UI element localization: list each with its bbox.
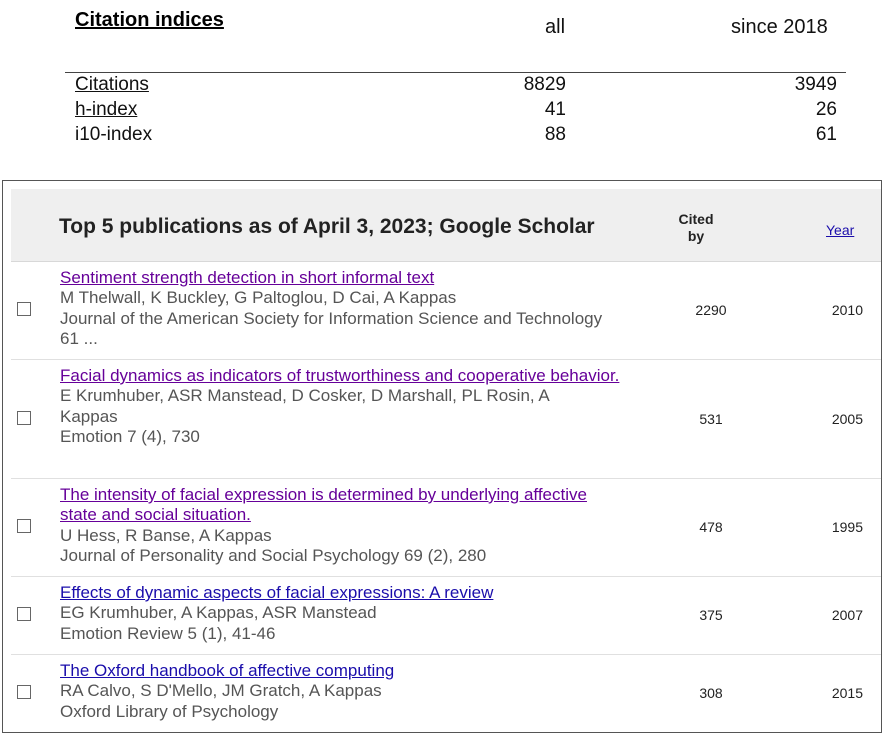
cited-by-header-line1: Cited [678,211,714,227]
h-index-row: h-index 41 26 [75,99,837,124]
publication-title-link[interactable]: Effects of dynamic aspects of facial exp… [60,583,620,603]
divider [65,72,846,73]
h-index-link[interactable]: h-index [75,99,137,121]
i10-index-label: i10-index [75,124,153,145]
publication-venue: Emotion Review 5 (1), 41-46 [60,623,276,643]
publication-info: The intensity of facial expression is de… [60,485,620,567]
publication-authors: EG Krumhuber, A Kappas, ASR Manstead [60,603,377,623]
publication-venue: Oxford Library of Psychology [60,701,279,721]
publication-year: 2015 [831,685,863,701]
publication-title-link[interactable]: The Oxford handbook of affective computi… [60,661,620,681]
publication-year: 1995 [831,519,863,535]
row-checkbox[interactable] [17,519,31,533]
table-row: The Oxford handbook of affective computi… [11,655,881,732]
column-header-all: all [545,16,566,38]
cited-by-count[interactable]: 478 [681,519,741,535]
publication-authors: M Thelwall, K Buckley, G Paltoglou, D Ca… [60,288,457,308]
citations-row: Citations 8829 3949 [75,74,837,99]
publications-table: Top 5 publications as of April 3, 2023; … [2,180,882,733]
cited-by-header[interactable]: Cited by [671,211,721,245]
publication-authors: E Krumhuber, ASR Manstead, D Cosker, D M… [60,386,549,426]
publication-year: 2010 [831,302,863,318]
h-index-since-value: 26 [815,99,837,120]
publication-info: The Oxford handbook of affective computi… [60,661,620,722]
cited-by-header-line2: by [687,228,705,244]
cited-by-count[interactable]: 375 [681,607,741,623]
cited-by-count[interactable]: 2290 [681,302,741,318]
publication-authors: RA Calvo, S D'Mello, JM Gratch, A Kappas [60,681,382,701]
publication-title-link[interactable]: Facial dynamics as indicators of trustwo… [60,366,620,386]
i10-index-all-value: 88 [544,124,566,145]
row-checkbox[interactable] [17,411,31,425]
publication-venue: Emotion 7 (4), 730 [60,427,200,447]
table-row: Facial dynamics as indicators of trustwo… [11,360,881,479]
table-row: The intensity of facial expression is de… [11,479,881,577]
citations-link[interactable]: Citations [75,74,149,96]
publications-header-title: Top 5 publications as of April 3, 2023; … [59,215,595,238]
i10-index-since-value: 61 [815,124,837,145]
publication-info: Effects of dynamic aspects of facial exp… [60,583,620,644]
publication-info: Facial dynamics as indicators of trustwo… [60,366,620,448]
citation-indices-title: Citation indices [75,9,224,31]
row-checkbox[interactable] [17,607,31,621]
h-index-all-value: 41 [544,99,566,120]
publication-year: 2005 [831,411,863,427]
year-sort-link[interactable]: Year [826,222,854,238]
table-row: Sentiment strength detection in short in… [11,262,881,360]
i10-index-row: i10-index 88 61 [75,124,837,149]
publication-info: Sentiment strength detection in short in… [60,268,620,350]
row-checkbox[interactable] [17,302,31,316]
publication-title-link[interactable]: Sentiment strength detection in short in… [60,268,620,288]
publications-header: Top 5 publications as of April 3, 2023; … [11,189,881,262]
cited-by-count[interactable]: 308 [681,685,741,701]
publication-year: 2007 [831,607,863,623]
publication-title-link[interactable]: The intensity of facial expression is de… [60,485,620,526]
citations-all-value: 8829 [523,74,566,95]
table-row: Effects of dynamic aspects of facial exp… [11,577,881,655]
column-header-since: since 2018 [731,16,828,38]
cited-by-count[interactable]: 531 [681,411,741,427]
row-checkbox[interactable] [17,685,31,699]
publication-venue: Journal of Personality and Social Psycho… [60,546,487,566]
citations-since-value: 3949 [794,74,837,95]
publication-authors: U Hess, R Banse, A Kappas [60,525,272,545]
publication-venue: Journal of the American Society for Info… [60,308,603,349]
